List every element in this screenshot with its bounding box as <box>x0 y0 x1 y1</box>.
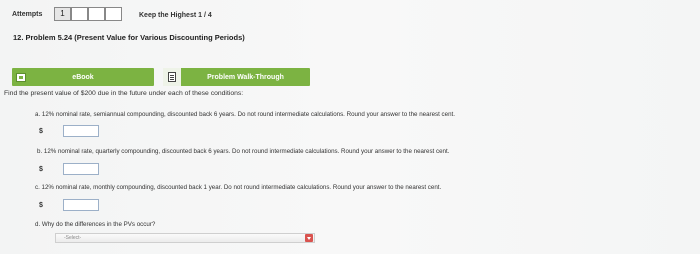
book-icon <box>16 72 26 82</box>
answer-input-c[interactable] <box>63 199 99 211</box>
problem-prompt: Find the present value of $200 due in th… <box>4 90 244 97</box>
question-d: d. Why do the differences in the PVs occ… <box>35 221 156 228</box>
problem-walkthrough-button[interactable]: Problem Walk-Through <box>163 68 310 86</box>
pv-difference-select[interactable]: -Select- <box>55 233 315 243</box>
attempt-box-4 <box>105 7 122 21</box>
walkthrough-label: Problem Walk-Through <box>207 73 284 81</box>
document-icon <box>163 68 181 86</box>
answer-input-a[interactable] <box>63 125 99 137</box>
currency-label-a: $ <box>39 128 43 135</box>
keep-highest-label: Keep the Highest 1 / 4 <box>139 12 212 19</box>
question-a: a. 12% nominal rate, semiannual compound… <box>35 111 455 118</box>
ebook-label: eBook <box>72 73 94 81</box>
problem-title: 12. Problem 5.24 (Present Value for Vari… <box>13 33 245 42</box>
question-b: b. 12% nominal rate, quarterly compoundi… <box>37 148 450 155</box>
attempt-box-3 <box>88 7 105 21</box>
currency-label-c: $ <box>39 202 43 209</box>
attempt-box-1: 1 <box>54 7 71 21</box>
answer-input-b[interactable] <box>63 163 99 175</box>
currency-label-b: $ <box>39 166 43 173</box>
attempt-box-2 <box>71 7 88 21</box>
ebook-button[interactable]: eBook <box>12 68 154 86</box>
question-c: c. 12% nominal rate, monthly compounding… <box>35 184 442 191</box>
attempts-label: Attempts <box>12 11 43 18</box>
chevron-down-icon[interactable] <box>305 234 313 242</box>
